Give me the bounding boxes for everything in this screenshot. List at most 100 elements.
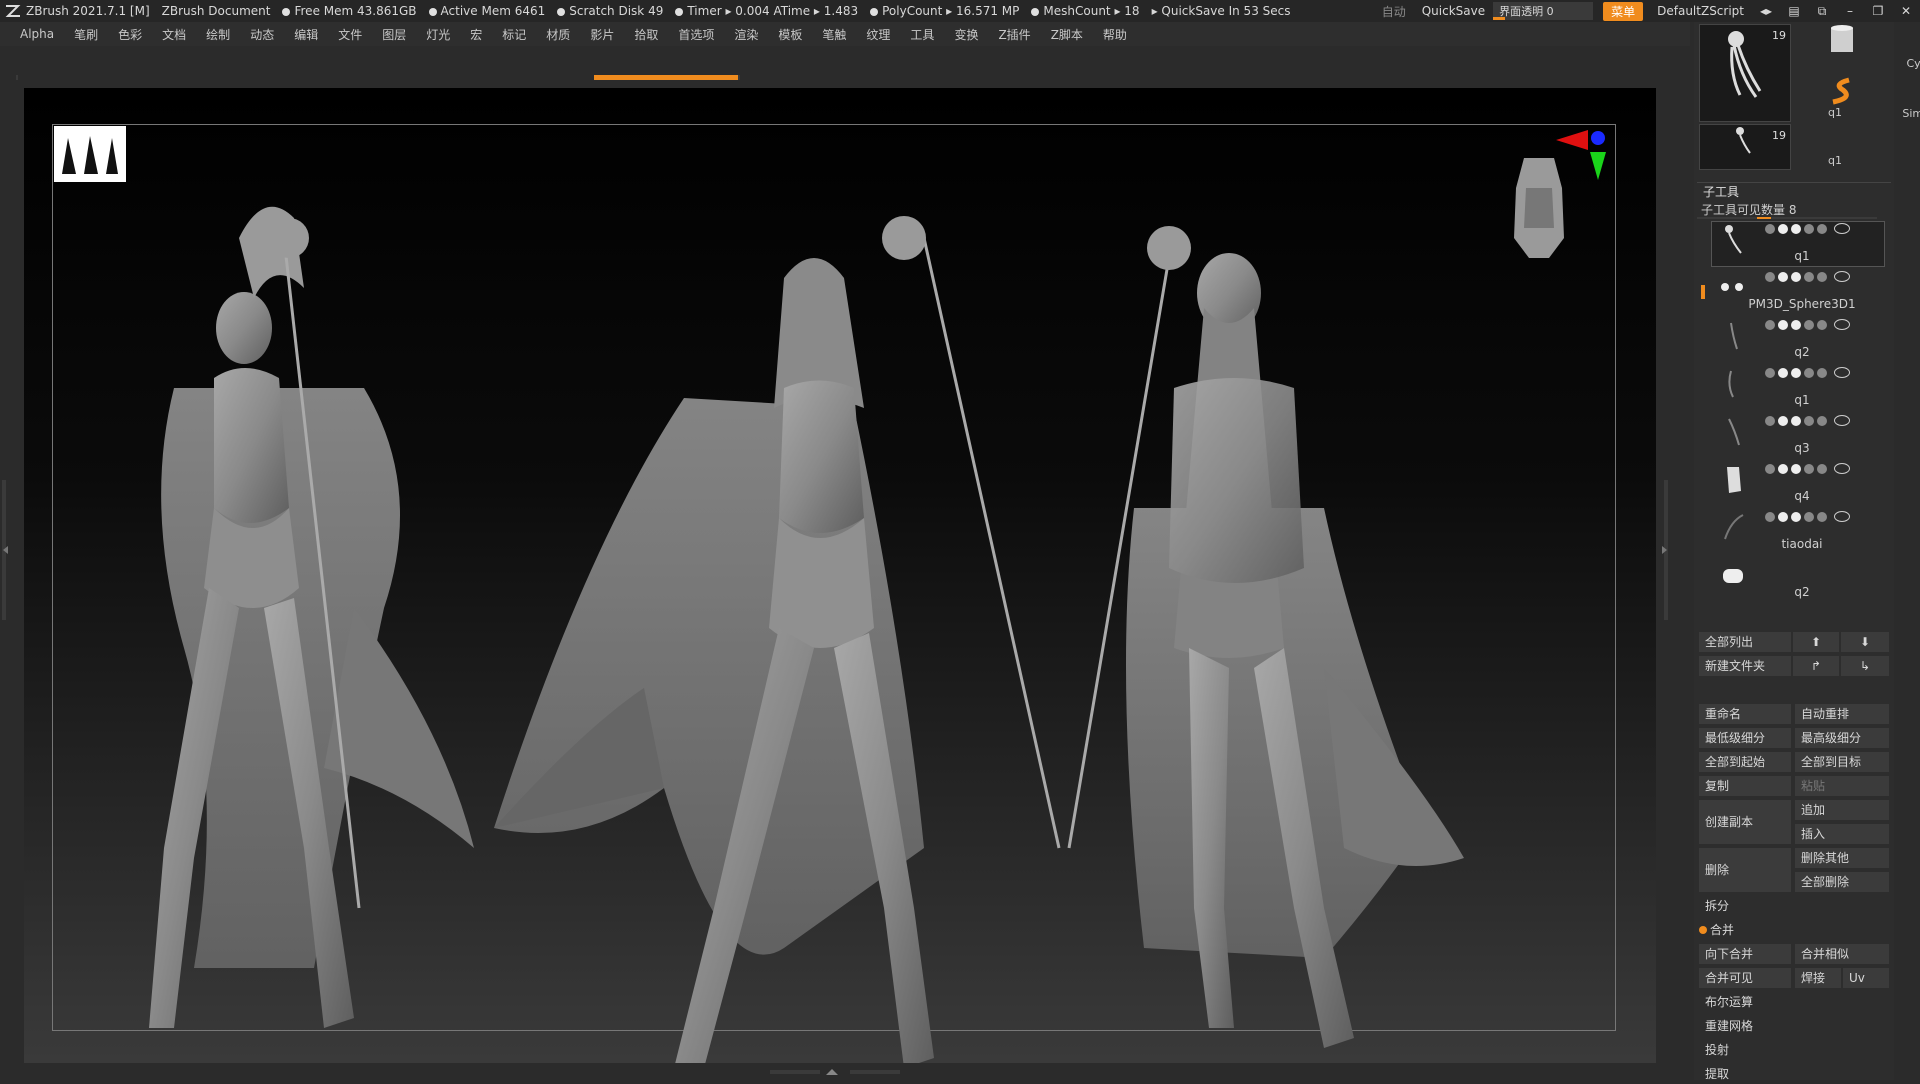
boolean-section[interactable]: 布尔运算 — [1699, 992, 1889, 1012]
layout-arrows-icon[interactable]: ◂▸ — [1752, 4, 1780, 18]
subtool-item[interactable]: q3 — [1697, 411, 1887, 459]
menu-draw[interactable]: 绘制 — [196, 26, 240, 43]
scratch-disk: Scratch Disk 49 — [557, 4, 663, 18]
subtool-header[interactable]: 子工具 — [1697, 182, 1891, 201]
menu-document[interactable]: 文档 — [152, 26, 196, 43]
split-section[interactable]: 拆分 — [1699, 896, 1889, 916]
current-tool-tile[interactable]: 19 q1 — [1699, 24, 1842, 122]
menu-transform[interactable]: 变换 — [944, 26, 988, 43]
meshcount: MeshCount ▸ 18 — [1031, 4, 1140, 18]
tab-active-indicator[interactable] — [594, 75, 738, 80]
subtool-item[interactable]: q2 — [1697, 315, 1887, 363]
rename-button[interactable]: 重命名 — [1699, 704, 1791, 724]
delete-button[interactable]: 删除 — [1699, 848, 1791, 892]
window-layout-icon[interactable]: ▤ — [1780, 4, 1808, 18]
menu-tool[interactable]: 工具 — [900, 26, 944, 43]
cylinder3d-tile[interactable]: Cylinder3D — [1793, 24, 1920, 72]
subtool-item[interactable]: tiaodai — [1697, 507, 1887, 555]
weld-toggle[interactable]: 焊接 — [1795, 968, 1841, 988]
simplebrush-icon — [1832, 77, 1850, 105]
menu-render[interactable]: 渲染 — [724, 26, 768, 43]
menu-zscript[interactable]: Z脚本 — [1041, 26, 1093, 43]
append-button[interactable]: 追加 — [1795, 800, 1889, 820]
menu-brush[interactable]: 笔刷 — [64, 26, 108, 43]
subtool-item[interactable]: q2 — [1697, 555, 1887, 603]
menu-stroke[interactable]: 笔触 — [812, 26, 856, 43]
active-mem: Active Mem 6461 — [428, 4, 545, 18]
figure-front — [494, 216, 1061, 1063]
menu-stencil[interactable]: 模板 — [768, 26, 812, 43]
menu-button[interactable]: 菜单 — [1603, 1, 1644, 21]
visibility-eye-icon — [1834, 463, 1850, 474]
subtool-visible-count[interactable]: 子工具可见数量 8 — [1697, 201, 1891, 219]
menu-material[interactable]: 材质 — [536, 26, 580, 43]
menu-marker[interactable]: 标记 — [492, 26, 536, 43]
folder-up-button[interactable]: ↱ — [1793, 656, 1839, 676]
zscript-button[interactable]: DefaultZScript — [1649, 4, 1752, 18]
subtool-panel: 子工具 子工具可见数量 8 q1 PM3D_Sphere3D1 q2 q1 q3… — [1697, 182, 1891, 603]
menu-dynamics[interactable]: 动态 — [240, 26, 284, 43]
merge-section[interactable]: 合并 — [1697, 920, 1887, 940]
uv-toggle[interactable]: Uv — [1843, 968, 1889, 988]
move-up-button[interactable]: ⬆ — [1793, 632, 1839, 652]
menu-movie[interactable]: 影片 — [580, 26, 624, 43]
interface-transparency-slider[interactable]: 界面透明 0 — [1493, 2, 1594, 20]
all-to-target-button[interactable]: 全部到目标 — [1795, 752, 1889, 772]
menu-help[interactable]: 帮助 — [1093, 26, 1137, 43]
merge-down-button[interactable]: 向下合并 — [1699, 944, 1791, 964]
all-to-home-button[interactable]: 全部到起始 — [1699, 752, 1791, 772]
copy-button[interactable]: 复制 — [1699, 776, 1791, 796]
subtool-item[interactable]: q1 — [1697, 219, 1887, 267]
menu-picker[interactable]: 拾取 — [624, 26, 668, 43]
reference-thumbnail — [54, 126, 126, 182]
folder-arrow-down-icon: ↳ — [1859, 659, 1871, 673]
menu-color[interactable]: 色彩 — [108, 26, 152, 43]
app-title: ZBrush 2021.7.1 [M] — [26, 4, 150, 18]
close-icon[interactable]: ✕ — [1892, 4, 1920, 18]
menu-edit[interactable]: 编辑 — [284, 26, 328, 43]
minimize-icon[interactable]: – — [1836, 4, 1864, 18]
duplicate-button[interactable]: 创建副本 — [1699, 800, 1791, 844]
ui-swap-icon[interactable]: ⧉ — [1808, 4, 1836, 19]
all-lowest-subdiv-button[interactable]: 最低级细分 — [1699, 728, 1791, 748]
quicksave-button[interactable]: QuickSave — [1414, 4, 1493, 18]
menu-file[interactable]: 文件 — [328, 26, 372, 43]
subtool-item[interactable]: q4 — [1697, 459, 1887, 507]
menu-layer[interactable]: 图层 — [372, 26, 416, 43]
delete-all-button[interactable]: 全部删除 — [1795, 872, 1889, 892]
canvas-viewport[interactable] — [24, 88, 1656, 1063]
menu-texture[interactable]: 纹理 — [856, 26, 900, 43]
restore-icon[interactable]: ❐ — [1864, 4, 1892, 18]
new-folder-button[interactable]: 新建文件夹 — [1699, 656, 1791, 676]
simplebrush-tile[interactable]: SimpleBrush — [1793, 76, 1920, 122]
document-tab-strip — [16, 72, 1656, 84]
selection-marker — [1701, 285, 1705, 299]
insert-button[interactable]: 插入 — [1795, 824, 1889, 844]
subtool-item[interactable]: q1 — [1697, 363, 1887, 411]
axis-gizmo-icon[interactable] — [1554, 124, 1610, 184]
right-shelf-handle-icon[interactable] — [1660, 480, 1670, 620]
left-shelf-handle-icon[interactable] — [0, 480, 10, 620]
remesh-section[interactable]: 重建网格 — [1699, 1016, 1889, 1036]
subtool-item[interactable]: PM3D_Sphere3D1 — [1697, 267, 1887, 315]
menu-preferences[interactable]: 首选项 — [668, 26, 724, 43]
timer: Timer ▸ 0.004 ATime ▸ 1.483 — [675, 4, 858, 18]
delete-other-button[interactable]: 删除其他 — [1795, 848, 1889, 868]
merge-visible-button[interactable]: 合并可见 — [1699, 968, 1791, 988]
second-tool-tile[interactable]: 19 q1 — [1699, 124, 1842, 170]
all-highest-subdiv-button[interactable]: 最高级细分 — [1795, 728, 1889, 748]
extract-section[interactable]: 提取 — [1699, 1064, 1889, 1084]
bottom-shelf-handle-icon[interactable] — [770, 1066, 900, 1078]
menu-alpha[interactable]: Alpha — [10, 27, 64, 41]
merge-similar-button[interactable]: 合并相似 — [1795, 944, 1889, 964]
folder-down-button[interactable]: ↳ — [1841, 656, 1889, 676]
menu-zplugin[interactable]: Z插件 — [988, 26, 1040, 43]
list-all-button[interactable]: 全部列出 — [1699, 632, 1791, 652]
project-section[interactable]: 投射 — [1699, 1040, 1889, 1060]
move-down-button[interactable]: ⬇ — [1841, 632, 1889, 652]
menu-light[interactable]: 灯光 — [416, 26, 460, 43]
auto-reorder-button[interactable]: 自动重排 — [1795, 704, 1889, 724]
menu-macro[interactable]: 宏 — [460, 26, 492, 43]
paste-button[interactable]: 粘贴 — [1795, 776, 1889, 796]
second-tool-count: 19 — [1772, 129, 1786, 142]
